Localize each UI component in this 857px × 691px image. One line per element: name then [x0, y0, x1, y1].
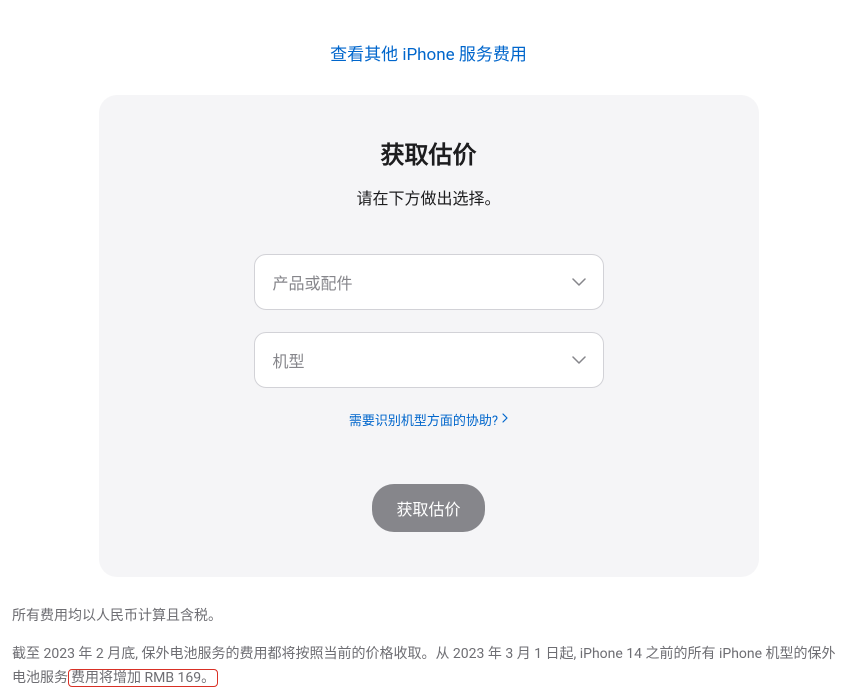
- footer-section: 所有费用均以人民币计算且含税。 截至 2023 年 2 月底, 保外电池服务的费…: [10, 605, 847, 691]
- help-link-section: 需要识别机型方面的协助?: [139, 410, 719, 429]
- footer-tax-note: 所有费用均以人民币计算且含税。: [12, 605, 845, 625]
- product-select-wrapper: 产品或配件: [254, 254, 604, 310]
- chevron-right-icon: [502, 412, 508, 427]
- help-link-text: 需要识别机型方面的协助?: [349, 410, 498, 429]
- product-select-placeholder: 产品或配件: [273, 270, 353, 294]
- other-services-link[interactable]: 查看其他 iPhone 服务费用: [330, 45, 527, 65]
- card-subtitle: 请在下方做出选择。: [139, 185, 719, 209]
- product-select[interactable]: 产品或配件: [254, 254, 604, 310]
- estimate-card: 获取估价 请在下方做出选择。 产品或配件 机型 需要识别机型方面的协助?: [99, 95, 759, 577]
- model-select[interactable]: 机型: [254, 332, 604, 388]
- model-select-placeholder: 机型: [273, 348, 305, 372]
- footer-price-note: 截至 2023 年 2 月底, 保外电池服务的费用都将按照当前的价格收取。从 2…: [12, 643, 845, 691]
- top-link-section: 查看其他 iPhone 服务费用: [10, 0, 847, 95]
- page-container: 查看其他 iPhone 服务费用 获取估价 请在下方做出选择。 产品或配件 机型…: [0, 0, 857, 691]
- model-select-wrapper: 机型: [254, 332, 604, 388]
- get-estimate-button[interactable]: 获取估价: [372, 484, 484, 532]
- card-title: 获取估价: [139, 135, 719, 170]
- identify-model-link[interactable]: 需要识别机型方面的协助?: [349, 410, 508, 429]
- price-increase-highlight: 费用将增加 RMB 169。: [68, 669, 218, 687]
